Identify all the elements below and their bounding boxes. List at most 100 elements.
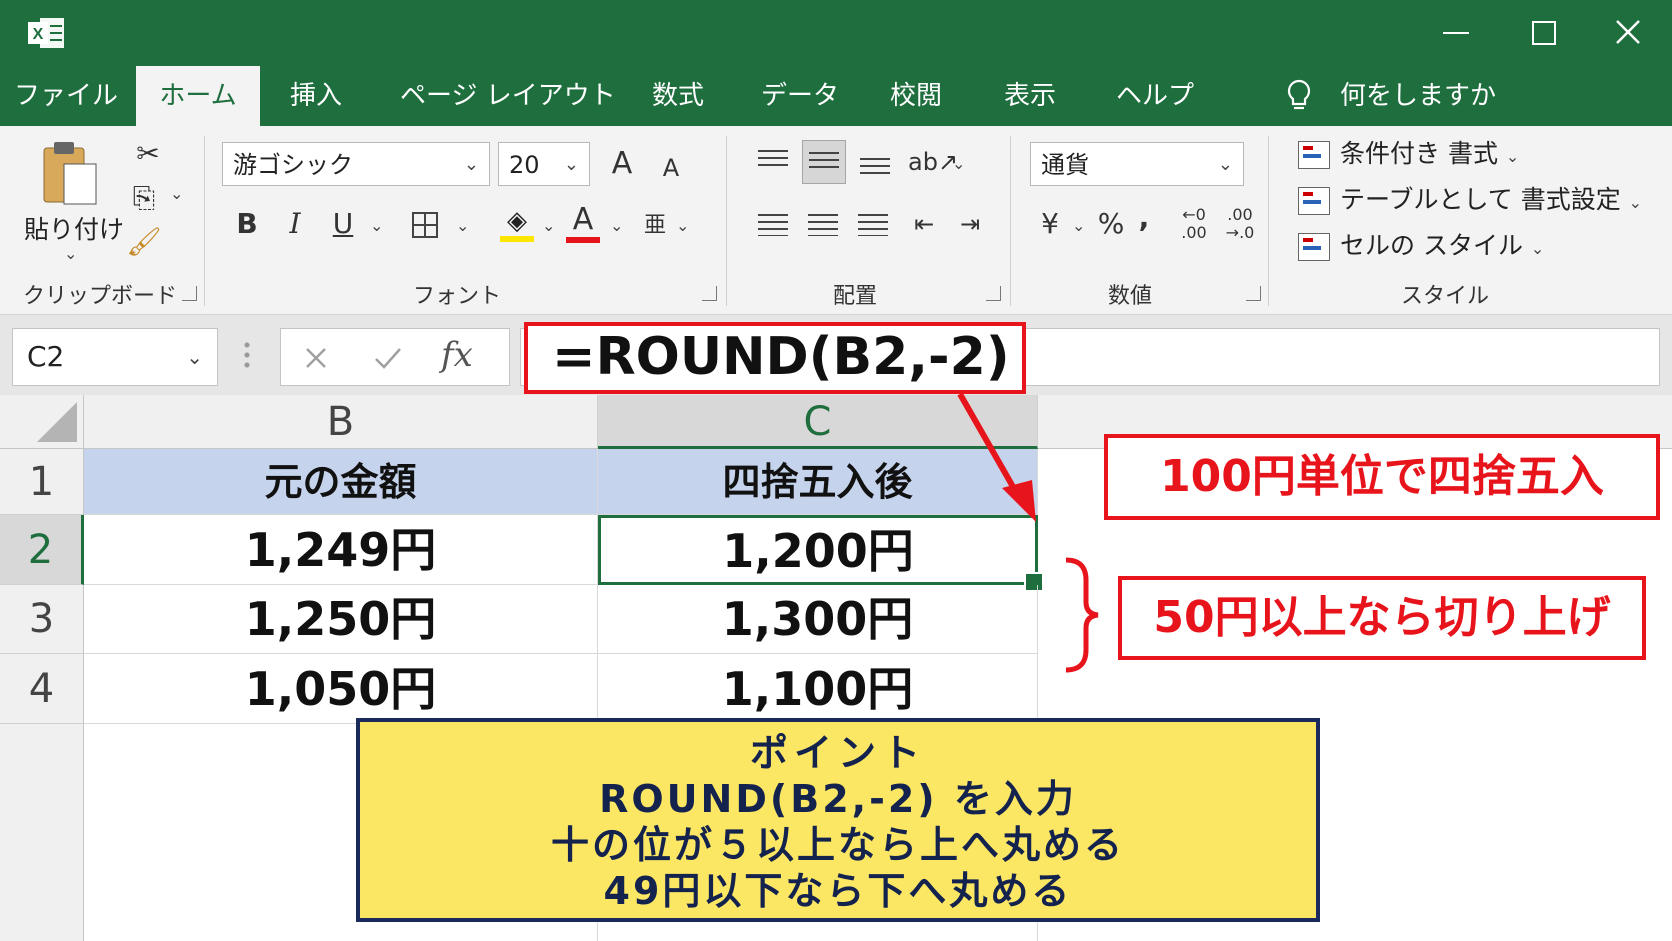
fill-dropdown-icon[interactable]: ⌄	[542, 216, 555, 235]
point-callout: ポイント ROUND(B2,-2) を入力 十の位が５以上なら上へ丸める 49円…	[356, 718, 1320, 922]
maximize-icon	[1532, 21, 1556, 45]
tab-formulas[interactable]: 数式	[640, 66, 716, 126]
cancel-icon[interactable]	[303, 345, 329, 371]
italic-button[interactable]: I	[278, 204, 312, 244]
enter-check-icon[interactable]	[373, 345, 403, 371]
select-all-triangle-icon	[37, 402, 77, 442]
svg-text:X: X	[33, 26, 44, 43]
copy-icon[interactable]: ⎘	[124, 178, 164, 218]
cell-b4[interactable]: 1,050円	[84, 654, 598, 724]
paste-dropdown-icon[interactable]: ⌄	[64, 244, 77, 263]
shrink-font-button[interactable]: A	[656, 148, 686, 188]
roundup-note-callout: 50円以上なら切り上げ	[1118, 576, 1646, 660]
row-header-4[interactable]: 4	[0, 654, 84, 724]
tab-file[interactable]: ファイル	[14, 66, 118, 126]
cell-b2[interactable]: 1,249円	[84, 515, 598, 585]
format-as-table-button[interactable]: テーブルとして 書式設定 ⌄	[1298, 180, 1642, 216]
comma-style-button[interactable]: ,	[1134, 198, 1154, 238]
cell-c3[interactable]: 1,300円	[598, 585, 1038, 654]
tab-view[interactable]: 表示	[994, 66, 1066, 126]
tab-home[interactable]: ホーム	[136, 66, 260, 126]
select-all-button[interactable]	[0, 395, 84, 449]
column-header-b[interactable]: B	[84, 395, 598, 449]
maximize-button[interactable]	[1524, 14, 1564, 50]
unit-note-callout: 100円単位で四捨五入	[1104, 434, 1660, 520]
align-left-icon[interactable]	[758, 214, 788, 236]
row-header-3[interactable]: 3	[0, 585, 84, 654]
tell-me-search[interactable]: 何をしますか	[1340, 66, 1496, 126]
borders-dropdown-icon[interactable]: ⌄	[456, 216, 469, 235]
format-painter-icon[interactable]: 🖌	[124, 222, 164, 262]
underline-dropdown-icon[interactable]: ⌄	[370, 216, 383, 235]
decrease-indent-icon[interactable]: ⇤	[906, 204, 942, 244]
name-box-value: C2	[27, 340, 65, 373]
number-format-value: 通貨	[1041, 151, 1089, 179]
orientation-dropdown-icon[interactable]: ⌄	[952, 154, 965, 173]
currency-format-button[interactable]: ¥	[1036, 204, 1064, 244]
copy-dropdown-icon[interactable]: ⌄	[170, 184, 183, 203]
close-button[interactable]	[1608, 14, 1648, 50]
borders-icon[interactable]	[412, 212, 438, 238]
minimize-button[interactable]	[1436, 14, 1476, 50]
align-bottom-icon[interactable]	[860, 158, 890, 178]
font-size-dropdown[interactable]: 20 ⌄	[498, 142, 590, 186]
align-right-icon[interactable]	[858, 214, 888, 236]
align-top-icon[interactable]	[758, 150, 788, 170]
number-group-label: 数値	[1107, 284, 1152, 309]
lightbulb-icon	[1287, 79, 1311, 110]
clipboard-launcher-icon[interactable]	[182, 286, 197, 301]
ribbon: 貼り付け ⌄ ✂ ⎘ ⌄ 🖌 クリップボード 游ゴシック ⌄ 20 ⌄ A A …	[0, 126, 1672, 315]
decrease-decimal-icon[interactable]: .00 →.0	[1222, 206, 1258, 242]
font-color-button[interactable]: A	[566, 202, 600, 243]
row-header-1[interactable]: 1	[0, 449, 84, 515]
fill-color-button[interactable]: ◈	[500, 206, 534, 242]
clipboard-group-label: クリップボード	[22, 284, 177, 309]
align-center-icon[interactable]	[808, 214, 838, 236]
formula-highlight[interactable]: =ROUND(B2,-2)	[524, 322, 1026, 394]
cell-b3[interactable]: 1,250円	[84, 585, 598, 654]
font-color-dropdown-icon[interactable]: ⌄	[610, 216, 623, 235]
font-name-value: 游ゴシック	[233, 151, 353, 179]
tab-review[interactable]: 校閲	[880, 66, 952, 126]
orientation-icon[interactable]: ab↗	[908, 142, 958, 182]
format-as-table-icon	[1298, 187, 1330, 215]
underline-button[interactable]: U	[326, 204, 360, 244]
alignment-launcher-icon[interactable]	[986, 286, 1001, 301]
phonetic-icon[interactable]: 亜	[640, 206, 670, 246]
conditional-formatting-button[interactable]: 条件付き 書式 ⌄	[1298, 134, 1519, 170]
increase-indent-icon[interactable]: ⇥	[952, 204, 988, 244]
increase-decimal-icon[interactable]: ←0.00	[1176, 206, 1212, 242]
phonetic-dropdown-icon[interactable]: ⌄	[676, 216, 689, 235]
cell-c4[interactable]: 1,100円	[598, 654, 1038, 724]
cell-b1[interactable]: 元の金額	[84, 449, 598, 515]
number-launcher-icon[interactable]	[1246, 286, 1261, 301]
align-middle-button[interactable]	[802, 140, 846, 184]
title-bar: X	[0, 0, 1672, 66]
tab-data[interactable]: データ	[752, 66, 848, 126]
group-divider	[1268, 136, 1269, 306]
percent-style-button[interactable]: %	[1096, 204, 1126, 244]
tab-insert[interactable]: 挿入	[280, 66, 352, 126]
cell-styles-icon	[1298, 233, 1330, 261]
number-format-dropdown[interactable]: 通貨 ⌄	[1030, 142, 1244, 186]
excel-logo-icon: X	[28, 18, 64, 48]
font-color-swatch	[566, 237, 600, 243]
tab-page-layout[interactable]: ページ レイアウト	[400, 66, 616, 126]
grow-font-button[interactable]: A	[604, 144, 640, 184]
font-launcher-icon[interactable]	[702, 286, 717, 301]
font-color-letter: A	[572, 202, 594, 237]
cut-icon[interactable]: ✂	[128, 134, 168, 174]
row-header-blank	[0, 724, 84, 941]
chevron-down-icon: ⌄	[563, 154, 579, 175]
row-header-2[interactable]: 2	[0, 515, 84, 585]
insert-function-button[interactable]: fx	[441, 335, 473, 375]
drag-handle-icon[interactable]	[244, 340, 250, 370]
bold-button[interactable]: B	[230, 204, 264, 244]
currency-dropdown-icon[interactable]: ⌄	[1072, 216, 1085, 235]
brace-icon	[1065, 557, 1099, 673]
tab-help[interactable]: ヘルプ	[1112, 66, 1198, 126]
cell-styles-button[interactable]: セルの スタイル ⌄	[1298, 226, 1544, 262]
paste-button[interactable]: 貼り付け	[24, 210, 124, 246]
name-box[interactable]: C2 ⌄	[12, 328, 218, 386]
font-name-dropdown[interactable]: 游ゴシック ⌄	[222, 142, 490, 186]
